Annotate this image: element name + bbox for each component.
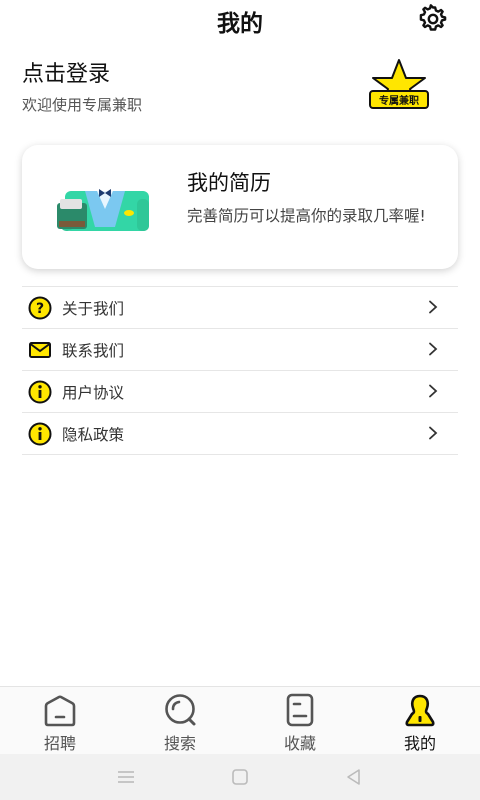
gear-icon[interactable] [418, 4, 448, 34]
resume-card[interactable]: 我的简历 完善简历可以提高你的录取几率喔! [22, 145, 458, 269]
home-button-icon[interactable] [229, 767, 251, 787]
chevron-right-icon [429, 300, 438, 314]
tab-recruit[interactable]: 招聘 [0, 687, 120, 755]
suit-illustration [57, 177, 153, 233]
tab-favorites[interactable]: 收藏 [240, 687, 360, 755]
document-icon [286, 693, 314, 727]
home-icon [44, 695, 76, 727]
back-icon[interactable] [343, 767, 365, 787]
brand-logo-text: 专属兼职 [379, 94, 419, 107]
login-link[interactable]: 点击登录 [22, 56, 110, 88]
resume-title: 我的简历 [187, 171, 271, 195]
bottom-nav: 招聘 搜索 收藏 我的 [0, 686, 480, 755]
header: 我的 [0, 0, 480, 40]
tab-label: 招聘 [43, 734, 76, 753]
menu-item-privacy-policy[interactable]: 隐私政策 [22, 413, 458, 455]
menu-item-contact[interactable]: 联系我们 [22, 329, 458, 371]
menu-item-label: 联系我们 [62, 342, 125, 360]
mail-icon [29, 342, 51, 358]
tab-label: 我的 [403, 734, 436, 753]
tab-label: 搜索 [163, 734, 196, 753]
menu-item-label: 用户协议 [62, 384, 125, 402]
tab-search[interactable]: 搜索 [120, 687, 240, 755]
question-icon: ? [28, 296, 52, 320]
menu-item-about[interactable]: ? 关于我们 [22, 287, 458, 329]
settings-menu: ? 关于我们 联系我们 用户协议 隐私政策 [22, 286, 458, 455]
chevron-right-icon [429, 342, 438, 356]
svg-text:?: ? [36, 301, 44, 317]
resume-description: 完善简历可以提高你的录取几率喔! [187, 207, 426, 225]
info-icon [28, 422, 52, 446]
menu-icon[interactable] [115, 767, 137, 787]
chevron-right-icon [429, 426, 438, 440]
info-icon [28, 380, 52, 404]
system-nav-bar [0, 754, 480, 800]
search-icon [165, 694, 196, 726]
user-icon [405, 694, 435, 727]
menu-item-label: 关于我们 [62, 300, 125, 318]
menu-item-user-agreement[interactable]: 用户协议 [22, 371, 458, 413]
menu-item-label: 隐私政策 [62, 426, 125, 444]
tab-mine[interactable]: 我的 [360, 687, 480, 755]
chevron-right-icon [429, 384, 438, 398]
brand-logo: 专属兼职 [366, 58, 432, 114]
page-title: 我的 [217, 11, 263, 37]
welcome-text: 欢迎使用专属兼职 [22, 96, 143, 114]
tab-label: 收藏 [283, 734, 316, 753]
